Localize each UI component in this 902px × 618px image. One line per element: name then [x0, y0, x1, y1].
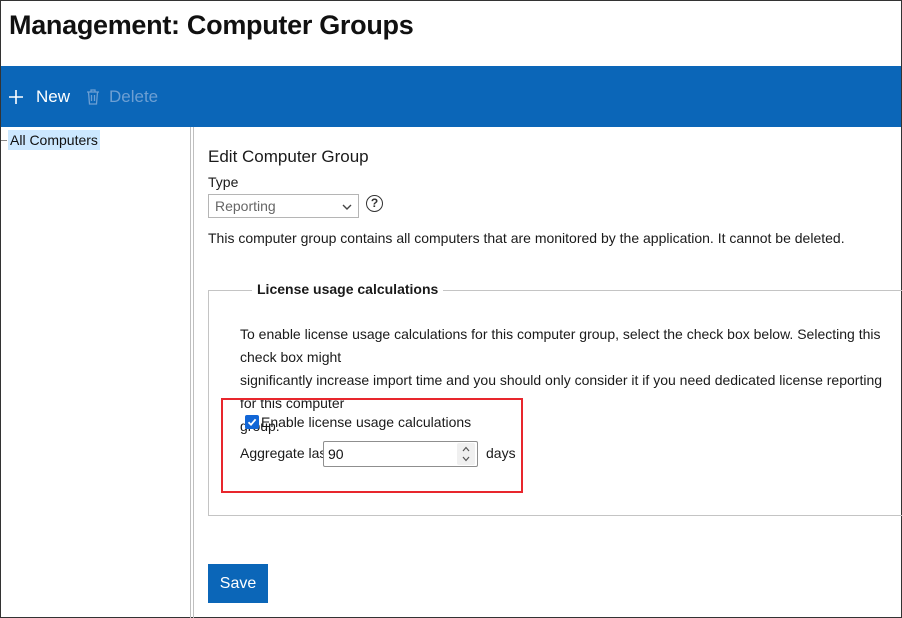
plus-icon — [8, 89, 24, 105]
new-button[interactable]: New — [8, 66, 70, 127]
type-select[interactable]: Reporting — [208, 194, 359, 218]
type-label: Type — [208, 174, 239, 190]
aggregate-days-input[interactable] — [323, 441, 478, 467]
save-button[interactable]: Save — [208, 564, 268, 603]
pane-splitter-edge — [193, 127, 194, 618]
section-title: Edit Computer Group — [208, 147, 369, 166]
days-label: days — [486, 445, 516, 461]
new-button-label: New — [36, 86, 71, 106]
pane-splitter[interactable] — [190, 127, 191, 618]
chevron-down-icon — [341, 200, 353, 212]
question-circle-icon[interactable]: ? — [366, 195, 383, 212]
tree-connector — [1, 140, 7, 141]
enable-license-checkbox[interactable] — [245, 415, 259, 429]
aggregate-label: Aggregate last — [240, 445, 331, 461]
tree-item-all-computers[interactable]: All Computers — [8, 130, 100, 150]
delete-button[interactable]: Delete — [85, 66, 158, 127]
type-select-value: Reporting — [215, 198, 276, 214]
group-description: This computer group contains all compute… — [208, 230, 845, 246]
license-info-line: To enable license usage calculations for… — [240, 326, 881, 365]
spin-down-icon[interactable] — [462, 456, 470, 462]
delete-button-label: Delete — [109, 86, 159, 106]
checkmark-icon — [247, 418, 257, 427]
group-tree: All Computers — [1, 127, 190, 617]
toolbar: New Delete — [1, 66, 901, 127]
license-legend: License usage calculations — [252, 281, 444, 297]
spin-buttons[interactable] — [457, 443, 475, 465]
enable-license-label[interactable]: Enable license usage calculations — [261, 414, 471, 430]
trash-icon — [85, 88, 101, 105]
page-title: Management: Computer Groups — [9, 10, 414, 40]
spin-up-icon[interactable] — [462, 446, 470, 452]
